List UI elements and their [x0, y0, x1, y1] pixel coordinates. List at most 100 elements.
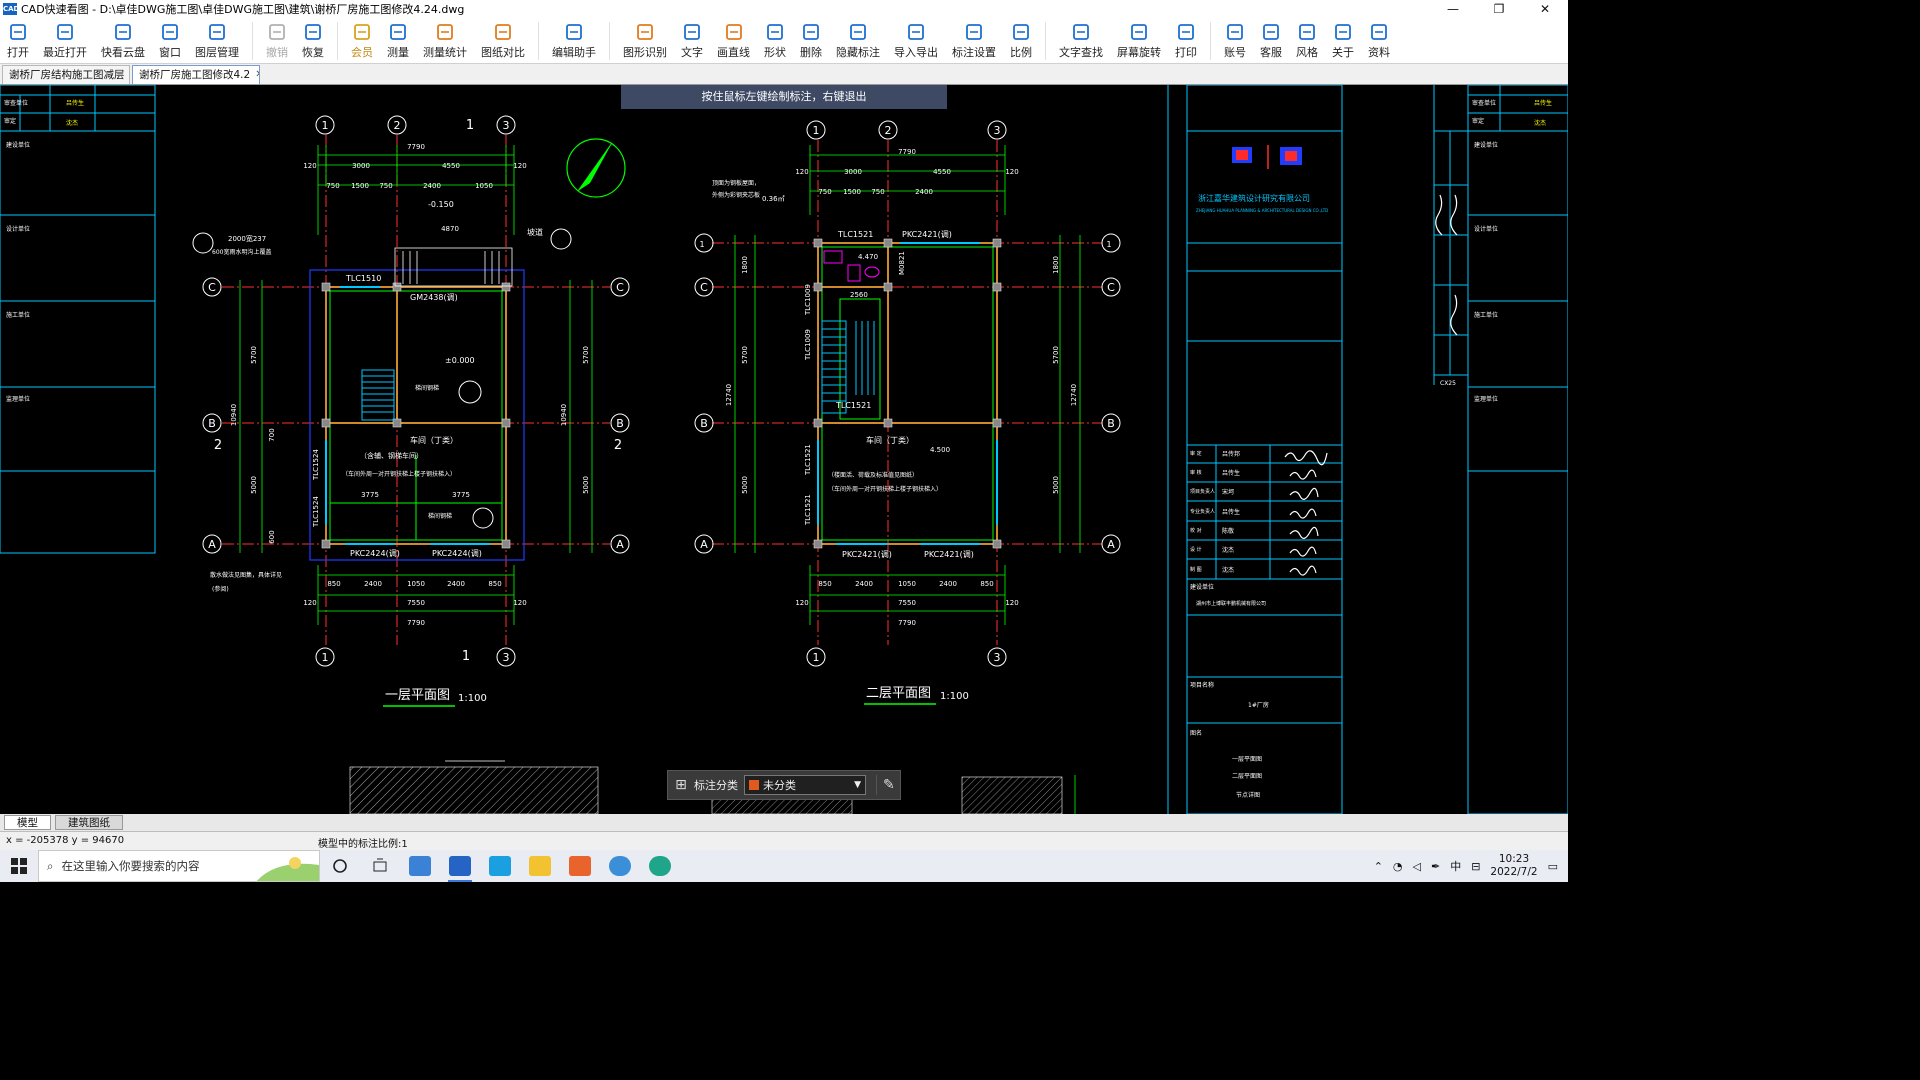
toolbar-button-18[interactable]: 导入导出	[887, 18, 945, 64]
toolbar-button-13[interactable]: 文字	[674, 18, 710, 64]
grid-icon[interactable]: ⊞	[668, 777, 694, 793]
browser-app-icon[interactable]	[600, 850, 640, 882]
role-label: 项目负责人	[1190, 488, 1215, 495]
leader-text: 2000宽237	[228, 234, 266, 243]
status-bar: x = -205378 y = 94670 模型中的标注比例:1	[0, 831, 1568, 850]
main-toolbar: 打开 最近打开 快看云盘 窗口 图层管理 撤销 恢复 会员 测量 测量统计 图纸对比 编辑助手 图形识别…	[0, 18, 1568, 64]
toolbar-button-14[interactable]: 画直线	[710, 18, 757, 64]
toolbar-button-16[interactable]: 删除	[793, 18, 829, 64]
maximize-button[interactable]: ❐	[1476, 0, 1522, 18]
window-tag: PKC2421(调)	[902, 230, 952, 239]
search-icon: ⌕	[47, 858, 54, 873]
clock-date: 2022/7/2	[1490, 866, 1538, 878]
toolbar-button-28[interactable]: 资料	[1361, 18, 1397, 64]
taskbar-clock[interactable]: 10:23 2022/7/2	[1490, 853, 1537, 879]
annotation-category-select[interactable]: 未分类 ▼	[744, 775, 866, 795]
toolbar-button-label: 测量统计	[423, 46, 467, 59]
text-app-icon[interactable]	[480, 850, 520, 882]
notification-icon[interactable]: ▭	[1548, 860, 1558, 873]
eraser-icon	[803, 24, 819, 40]
toolbar-button-5[interactable]: 撤销	[259, 18, 295, 64]
toolbar-button-11[interactable]: 编辑助手	[545, 18, 603, 64]
toolbar-button-25[interactable]: 客服	[1253, 18, 1289, 64]
toolbar-button-10[interactable]: 图纸对比	[474, 18, 532, 64]
leader-text: (参阅)	[212, 585, 229, 593]
task-view-icon[interactable]	[320, 850, 360, 882]
cad-app-icon[interactable]	[440, 850, 480, 882]
cad-drawing[interactable]: 审查单位 审定 吕传生 沈杰 建设单位 设计单位 施工单位 监理单位 1 2 3…	[0, 85, 1568, 814]
dim-text: 2400	[423, 182, 441, 190]
left-label-3: 建设单位	[6, 141, 30, 149]
toolbar-button-0[interactable]: 打开	[0, 18, 36, 64]
toolbar-button-4[interactable]: 图层管理	[188, 18, 246, 64]
minimize-button[interactable]: —	[1430, 0, 1476, 18]
toolbar-button-3[interactable]: 窗口	[152, 18, 188, 64]
volume-icon[interactable]: ◁	[1413, 860, 1421, 873]
toolbar-button-22[interactable]: 屏幕旋转	[1110, 18, 1168, 64]
edge-app-icon[interactable]	[640, 850, 680, 882]
dim-text: 2560	[850, 291, 868, 299]
role-label: 审 定	[1190, 450, 1202, 457]
role-label: 设 计	[1190, 546, 1202, 553]
toolbar-button-12[interactable]: 图形识别	[616, 18, 674, 64]
toolbar-button-26[interactable]: 风格	[1289, 18, 1325, 64]
close-button[interactable]: ✕	[1522, 0, 1568, 18]
signature-strokes	[1284, 194, 1458, 576]
drawing-item: 二层平面图	[1232, 773, 1262, 780]
left-name: 吕传生	[1534, 99, 1552, 107]
toolbar-button-27[interactable]: 关于	[1325, 18, 1361, 64]
axis-label: C	[616, 281, 624, 294]
toolbar-button-19[interactable]: 标注设置	[945, 18, 1003, 64]
lightbulb-app-icon[interactable]	[520, 850, 560, 882]
tab-document-2[interactable]: 谢桥厂房施工图修改4.2 ✕	[132, 65, 260, 84]
system-tray: ⌃ ◔ ◁ ✒ 中 ⊟ 10:23 2022/7/2 ▭	[1374, 850, 1568, 882]
role-name: 吕传生	[1222, 469, 1240, 477]
toolbar-button-20[interactable]: 比例	[1003, 18, 1039, 64]
toolbar-button-label: 快看云盘	[101, 46, 145, 59]
dim-text: 3775	[361, 491, 379, 499]
toolbar-button-1[interactable]: 最近打开	[36, 18, 94, 64]
taskbar-search-box[interactable]: ⌕ 在这里输入你要搜索的内容	[38, 850, 320, 882]
close-tab-icon[interactable]: ✕	[255, 66, 259, 84]
ime-mode-icon[interactable]: ⊟	[1471, 860, 1480, 873]
tab-document-1[interactable]: 谢桥厂房结构施工图减层 ✕	[2, 65, 130, 84]
dim-text: 850	[327, 580, 340, 588]
toolbar-button-8[interactable]: 测量	[380, 18, 416, 64]
plan2-title: 二层平面图 1:100	[864, 686, 969, 705]
edit-icon[interactable]: ✎	[876, 775, 896, 795]
toolbar-button-2[interactable]: 快看云盘	[94, 18, 152, 64]
toolbar-button-6[interactable]: 恢复	[295, 18, 331, 64]
measure-icon	[390, 24, 406, 40]
multitask-icon[interactable]	[360, 850, 400, 882]
axis-label: 1	[813, 124, 820, 137]
close-tab-icon[interactable]: ✕	[130, 66, 131, 84]
windows-start-icon[interactable]	[0, 850, 38, 882]
window-tag: TLC1009	[804, 284, 812, 316]
plan-scale: 1:100	[458, 693, 487, 704]
axis-label: 2	[394, 119, 401, 132]
toolbar-button-24[interactable]: 账号	[1217, 18, 1253, 64]
floor-plan-1: 1 2 3 1 3 C B A C B A 2 2 1 1 7790 3000 …	[192, 115, 630, 707]
tray-chevron-icon[interactable]: ⌃	[1374, 860, 1383, 873]
toolbar-button-23[interactable]: 打印	[1168, 18, 1204, 64]
toolbar-button-17[interactable]: 隐藏标注	[829, 18, 887, 64]
mail-app-icon[interactable]	[400, 850, 440, 882]
tab-layout[interactable]: 建筑图纸	[55, 815, 123, 830]
dim-text: 12740	[725, 384, 733, 406]
toolbar-button-7[interactable]: 会员	[344, 18, 380, 64]
axis-label: B	[700, 417, 708, 430]
presentation-app-icon[interactable]	[560, 850, 600, 882]
dim-text: 750	[326, 182, 339, 190]
tab-model[interactable]: 模型	[4, 815, 51, 830]
door-tag: GM2438(调)	[410, 293, 458, 302]
search-placeholder: 在这里输入你要搜索的内容	[61, 859, 200, 873]
history-icon	[57, 24, 73, 40]
ime-indicator[interactable]: 中	[1450, 858, 1461, 874]
pen-icon[interactable]: ✒	[1431, 860, 1440, 873]
left-label: 审查单位	[1472, 99, 1496, 107]
toolbar-button-21[interactable]: 文字查找	[1052, 18, 1110, 64]
toolbar-button-15[interactable]: 形状	[757, 18, 793, 64]
toolbar-button-9[interactable]: 测量统计	[416, 18, 474, 64]
drawing-canvas[interactable]: 审查单位 审定 吕传生 沈杰 建设单位 设计单位 施工单位 监理单位 1 2 3…	[0, 85, 1568, 814]
network-icon[interactable]: ◔	[1393, 860, 1403, 873]
